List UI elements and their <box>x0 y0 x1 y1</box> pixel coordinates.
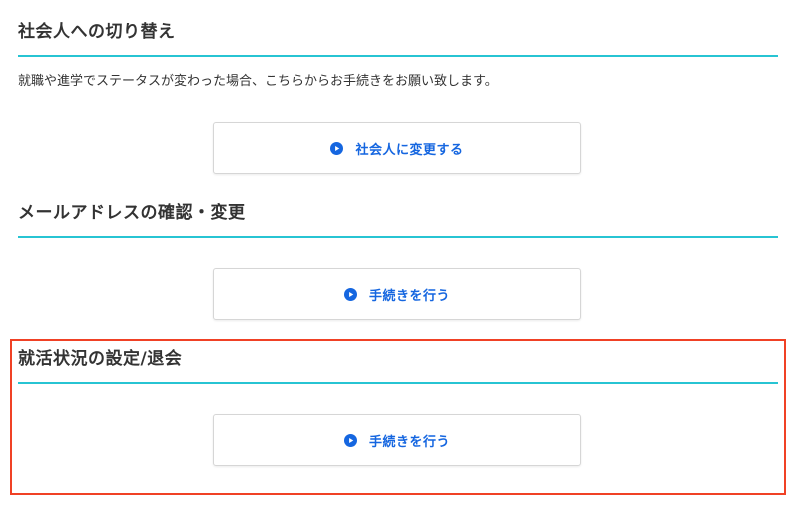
section-title: 社会人への切り替え <box>18 22 176 42</box>
email-procedure-button[interactable]: 手続きを行う <box>213 268 581 320</box>
play-circle-icon <box>343 287 357 301</box>
change-to-working-button[interactable]: 社会人に変更する <box>213 122 581 174</box>
button-label: 手続きを行う <box>368 434 450 450</box>
section-divider <box>18 236 778 238</box>
button-label: 手続きを行う <box>368 288 450 304</box>
section-title: メールアドレスの確認・変更 <box>18 203 246 223</box>
job-status-procedure-button[interactable]: 手続きを行う <box>213 414 581 466</box>
section-divider <box>18 382 778 384</box>
section-email-confirm-change: メールアドレスの確認・変更 <box>18 201 778 238</box>
section-description: 就職や進学でステータスが変わった場合、こちらからお手続きをお願い致します。 <box>18 74 498 89</box>
section-job-hunting-status-withdraw: 就活状況の設定/退会 <box>18 347 778 384</box>
button-label: 社会人に変更する <box>355 142 464 158</box>
play-circle-icon <box>330 141 344 155</box>
section-title: 就活状況の設定/退会 <box>18 349 183 369</box>
section-switch-to-working: 社会人への切り替え 就職や進学でステータスが変わった場合、こちらからお手続きをお… <box>18 20 778 89</box>
section-divider <box>18 55 778 57</box>
play-circle-icon <box>343 433 357 447</box>
